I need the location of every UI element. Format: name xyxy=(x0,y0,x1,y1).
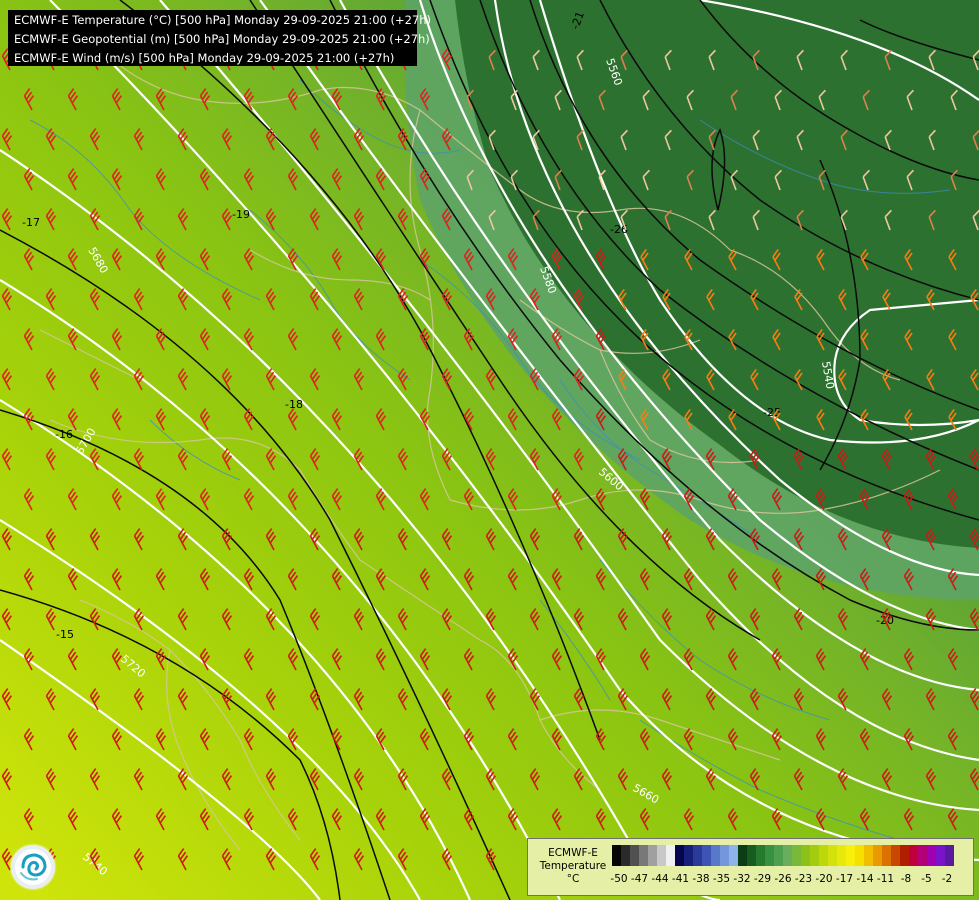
temperature-label: -16 xyxy=(55,428,73,441)
legend-swatch xyxy=(927,845,936,866)
legend-swatch xyxy=(891,845,900,866)
legend-tick-label: -2 xyxy=(941,873,953,885)
legend-swatch xyxy=(666,845,675,866)
legend-swatch xyxy=(648,845,657,866)
temperature-label: -25 xyxy=(763,406,781,419)
legend-swatch xyxy=(639,845,648,866)
legend-swatch xyxy=(846,845,855,866)
legend-swatch xyxy=(783,845,792,866)
legend-title-line: °C xyxy=(566,873,580,885)
legend-swatch xyxy=(855,845,864,866)
header-line-wind: ECMWF-E Wind (m/s) [500 hPa] Monday 29-0… xyxy=(14,51,395,65)
legend-swatch xyxy=(900,845,909,866)
legend-swatch xyxy=(819,845,828,866)
header-line-geopotential: ECMWF-E Geopotential (m) [500 hPa] Monda… xyxy=(14,32,430,46)
temperature-label: -17 xyxy=(22,216,40,229)
legend-swatch xyxy=(657,845,666,866)
header-line-temperature: ECMWF-E Temperature (°C) [500 hPa] Monda… xyxy=(14,13,432,27)
legend-swatch xyxy=(756,845,765,866)
legend-swatch xyxy=(729,845,738,866)
legend-swatch xyxy=(918,845,927,866)
legend-title-line: ECMWF-E xyxy=(548,847,598,859)
legend-title: ECMWF-E Temperature °C xyxy=(532,847,614,886)
temperature-label: -19 xyxy=(232,208,250,221)
ecmwf-swirl-icon xyxy=(11,845,55,889)
legend-swatch xyxy=(801,845,810,866)
legend-swatch xyxy=(873,845,882,866)
legend-swatch xyxy=(738,845,747,866)
legend-swatch xyxy=(693,845,702,866)
legend-swatch xyxy=(684,845,693,866)
legend-title-line: Temperature xyxy=(539,860,607,872)
legend-swatch xyxy=(720,845,729,866)
temperature-legend: ECMWF-E Temperature °C -50 -47 -44 -41 -38 -3… xyxy=(527,838,974,896)
legend-swatch xyxy=(675,845,684,866)
weather-map: 5560 5580 5680 5600 5660 5540 5700 5720 … xyxy=(0,0,979,900)
legend-swatch xyxy=(774,845,783,866)
temperature-label: -15 xyxy=(56,628,74,641)
legend-swatch xyxy=(747,845,756,866)
legend-swatch xyxy=(828,845,837,866)
legend-swatch xyxy=(792,845,801,866)
legend-swatch xyxy=(864,845,873,866)
legend-swatch xyxy=(882,845,891,866)
legend-swatch xyxy=(612,845,621,866)
legend-swatch xyxy=(810,845,819,866)
legend-swatch xyxy=(765,845,774,866)
legend-swatch xyxy=(702,845,711,866)
map-header: ECMWF-E Temperature (°C) [500 hPa] Monda… xyxy=(8,10,432,66)
legend-swatch xyxy=(909,845,918,866)
legend-swatch xyxy=(711,845,720,866)
legend-swatch xyxy=(621,845,630,866)
legend-swatch xyxy=(630,845,639,866)
legend-swatch xyxy=(936,845,945,866)
legend-swatch xyxy=(945,845,954,866)
legend-swatch xyxy=(837,845,846,866)
